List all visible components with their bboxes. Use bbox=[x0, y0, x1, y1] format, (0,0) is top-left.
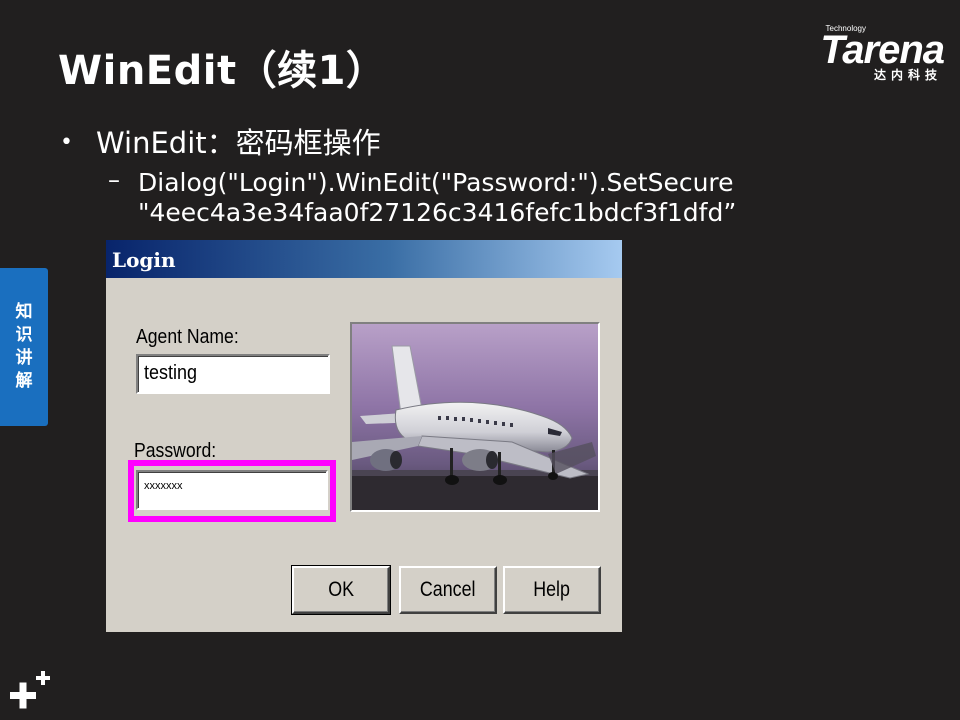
side-tab-char: 识 bbox=[15, 325, 33, 345]
bullet-dot: • bbox=[60, 130, 73, 155]
tarena-logo: Technology Tarena 达内科技 bbox=[780, 22, 946, 84]
password-masked-value: xxxxxxx bbox=[144, 480, 183, 492]
ok-button-label: OK bbox=[328, 578, 354, 601]
dialog-titlebar[interactable]: Login bbox=[106, 240, 622, 278]
airplane-photo bbox=[350, 322, 600, 512]
dialog-title: Login bbox=[112, 248, 176, 272]
ok-button[interactable]: OK bbox=[291, 565, 391, 615]
airplane-illustration bbox=[352, 324, 598, 510]
bullet-text: WinEdit：密码框操作 bbox=[96, 126, 381, 160]
cancel-button-label: Cancel bbox=[420, 578, 476, 601]
side-tab-char: 讲 bbox=[15, 348, 33, 368]
plus-logo-icon bbox=[10, 671, 50, 709]
cancel-button[interactable]: Cancel bbox=[399, 566, 497, 614]
agent-name-label: Agent Name: bbox=[136, 326, 239, 348]
code-line-1: Dialog("Login").WinEdit("Password:").Set… bbox=[138, 168, 734, 197]
code-line-2: "4eec4a3e34faa0f27126c3416fefc1bdcf3f1df… bbox=[138, 198, 737, 227]
sub-bullet-dash: – bbox=[108, 166, 120, 194]
help-button-label: Help bbox=[533, 578, 571, 601]
logo-subtitle: 达内科技 bbox=[873, 68, 942, 82]
side-tab-char: 解 bbox=[15, 371, 33, 391]
side-tab-knowledge: 知 识 讲 解 bbox=[0, 268, 48, 426]
agent-name-input[interactable]: testing bbox=[136, 354, 330, 394]
login-dialog: Login Agent Name: testing Password: xxxx… bbox=[106, 240, 622, 632]
slide-title: WinEdit（续1） bbox=[58, 48, 387, 94]
password-input[interactable]: xxxxxxx bbox=[136, 470, 328, 510]
help-button[interactable]: Help bbox=[503, 566, 601, 614]
side-tab-char: 知 bbox=[15, 302, 33, 322]
agent-name-value: testing bbox=[144, 362, 198, 384]
